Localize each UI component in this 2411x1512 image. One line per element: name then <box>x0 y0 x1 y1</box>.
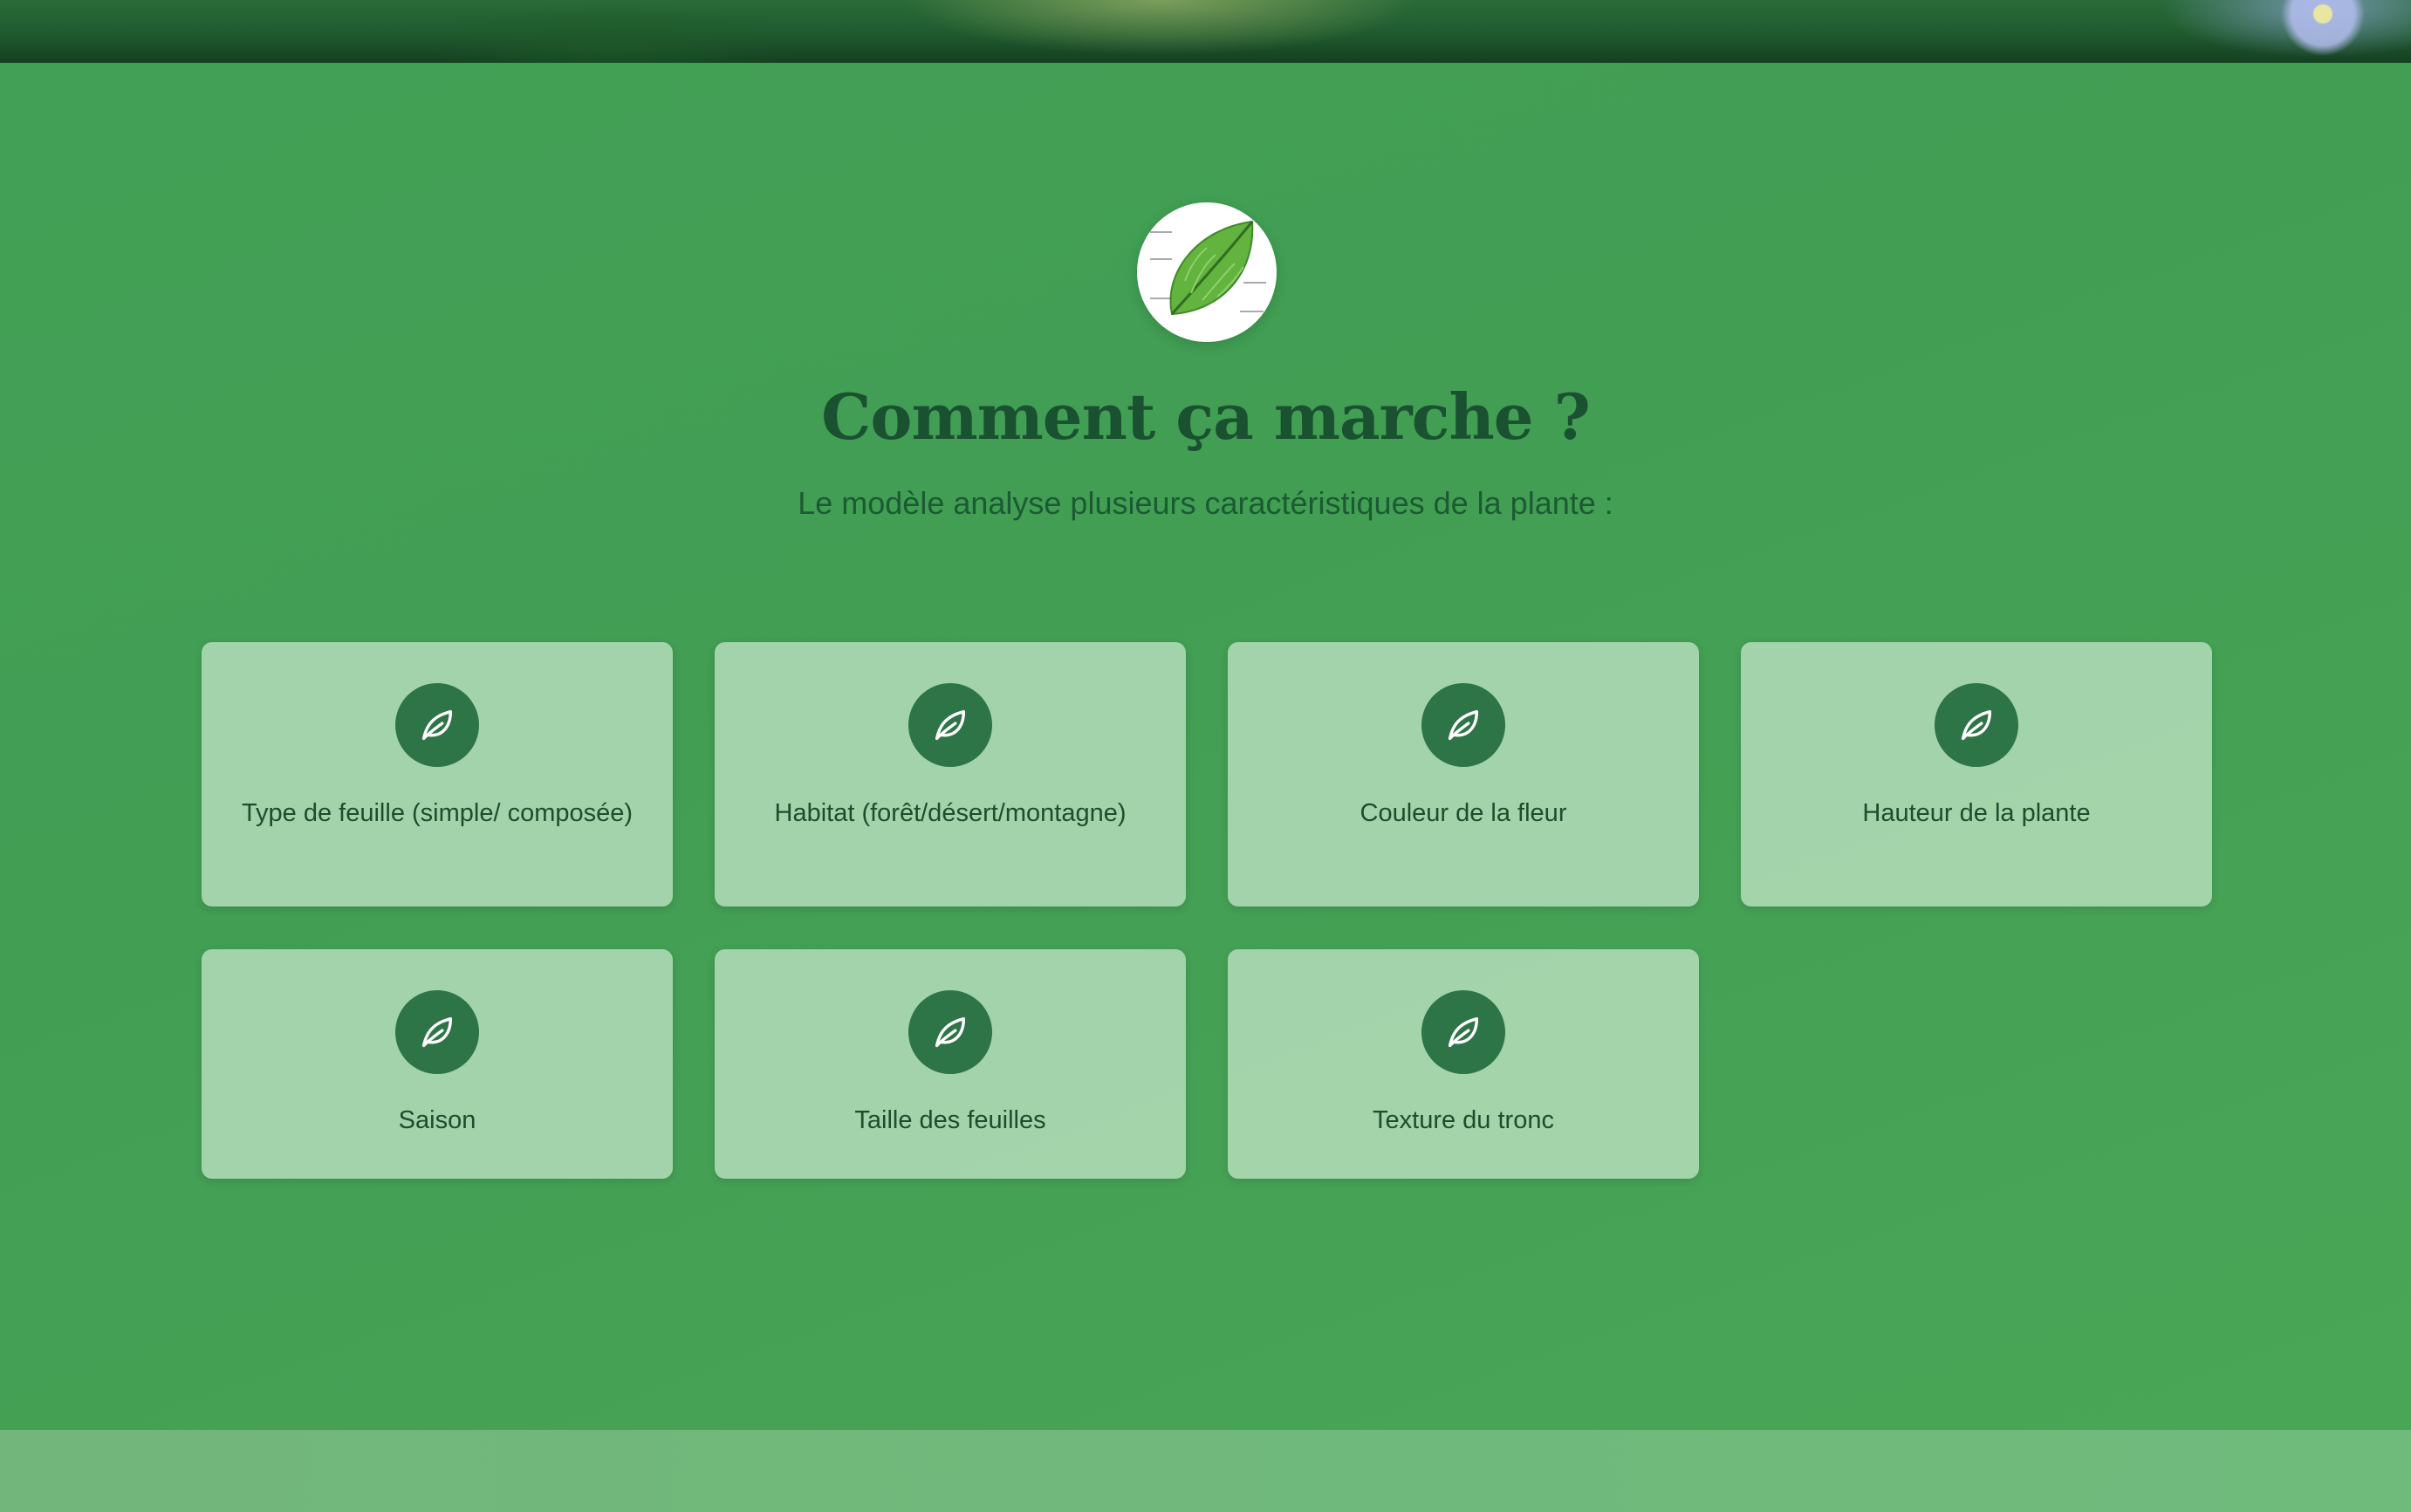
footer-band <box>0 1430 2411 1512</box>
leaf-icon <box>908 990 992 1074</box>
feature-card-season: Saison <box>202 949 673 1179</box>
leaf-icon <box>1421 683 1505 767</box>
leaf-icon <box>1421 990 1505 1074</box>
section-subtitle: Le modèle analyse plusieurs caractéristi… <box>798 485 1613 521</box>
feature-label: Taille des feuilles <box>854 1106 1046 1134</box>
leaf-icon <box>395 683 479 767</box>
feature-label: Texture du tronc <box>1373 1106 1554 1134</box>
feature-card-leaf-type: Type de feuille (simple/ composée) <box>202 642 673 907</box>
section-title: Comment ça marche ? <box>821 380 1591 454</box>
feature-label: Saison <box>398 1106 476 1134</box>
flower-decoration <box>2279 0 2366 58</box>
feature-label: Habitat (forêt/désert/montagne) <box>774 799 1127 827</box>
feature-card-habitat: Habitat (forêt/désert/montagne) <box>715 642 1186 907</box>
feature-card-leaf-size: Taille des feuilles <box>715 949 1186 1179</box>
leaf-logo <box>1137 202 1277 342</box>
leaf-icon <box>908 683 992 767</box>
feature-label: Couleur de la fleur <box>1360 799 1567 827</box>
leaf-icon <box>395 990 479 1074</box>
leaf-icon <box>1935 683 2018 767</box>
feature-card-trunk-texture: Texture du tronc <box>1228 949 1699 1179</box>
feature-card-plant-height: Hauteur de la plante <box>1741 642 2212 907</box>
hero-banner-image <box>0 0 2411 63</box>
feature-card-flower-color: Couleur de la fleur <box>1228 642 1699 907</box>
feature-label: Hauteur de la plante <box>1862 799 2091 827</box>
feature-label: Type de feuille (simple/ composée) <box>241 799 634 827</box>
